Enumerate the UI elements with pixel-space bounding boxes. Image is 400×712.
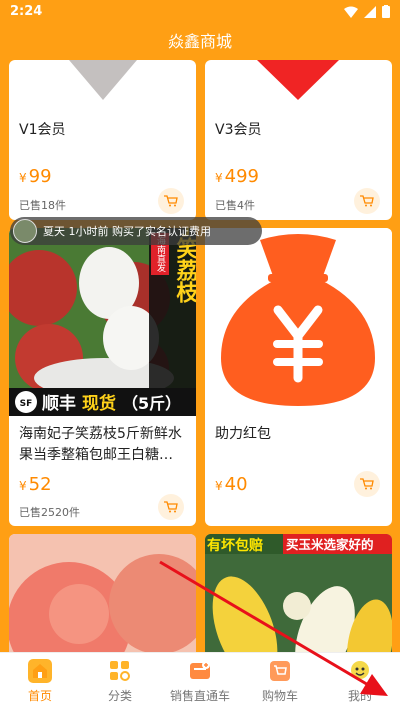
purchase-notification: 夏天 1小时前 购买了实名认证费用 — [10, 217, 262, 245]
product-title: 助力红包 — [215, 426, 271, 442]
add-to-cart-button[interactable] — [354, 188, 380, 214]
product-title: V1会员 — [19, 122, 66, 138]
product-price: ¥99 — [19, 166, 52, 187]
tab-label: 分类 — [107, 689, 132, 703]
product-image-corn: 有坏包赔 买玉米选家好的 — [205, 534, 392, 652]
status-icons — [344, 5, 390, 18]
bottom-tab-bar: 首页 分类 销售直通车 购物车 我的 — [0, 652, 400, 712]
category-icon — [108, 659, 132, 683]
signal-icon — [364, 5, 376, 18]
tab-label: 首页 — [27, 689, 52, 703]
product-price: ¥40 — [215, 474, 248, 495]
product-card-v3[interactable]: V3会员 ¥499 已售4件 — [205, 60, 392, 220]
product-image-peach — [9, 534, 196, 652]
product-price: ¥52 — [19, 474, 52, 495]
product-title: 海南妃子笑荔枝5斤新鲜水果当季整箱包邮王白糖… — [19, 426, 182, 463]
status-time: 2:24 — [10, 4, 43, 19]
app-bar: 焱鑫商城 — [0, 24, 400, 60]
add-to-cart-button[interactable] — [354, 471, 380, 497]
product-image-v3 — [257, 60, 339, 100]
home-icon — [28, 659, 52, 683]
cart-icon — [268, 659, 292, 683]
image-bottom-text-b: 现货 — [82, 393, 116, 414]
profile-icon — [348, 659, 372, 683]
tab-label: 购物车 — [261, 689, 298, 703]
tab-profile[interactable]: 我的 — [320, 653, 400, 712]
cart-icon — [360, 478, 374, 490]
product-price: ¥499 — [215, 166, 259, 187]
sales-icon — [188, 659, 212, 683]
product-card-red-envelope[interactable]: 助力红包 ¥40 — [205, 228, 392, 526]
product-grid[interactable]: V1会员 ¥99 已售18件 V3会员 ¥499 已售4件 海南直发 妃子笑荔枝… — [0, 60, 400, 652]
sf-logo-text: SF — [20, 399, 33, 409]
tab-label: 我的 — [347, 689, 372, 703]
tab-label: 销售直通车 — [169, 689, 230, 703]
image-bottom-text-a: 顺丰 — [42, 393, 76, 414]
image-right-text: 买玉米选家好的 — [286, 537, 374, 552]
battery-icon — [382, 5, 390, 18]
cart-icon — [164, 501, 178, 513]
image-bottom-text-c: （5斤） — [122, 394, 181, 413]
status-bar: 2:24 — [0, 0, 400, 24]
cart-icon — [164, 195, 178, 207]
product-sold-count: 已售2520件 — [19, 506, 80, 519]
image-left-text: 有坏包赔 — [207, 537, 263, 554]
money-bag-icon — [205, 228, 392, 416]
product-card-lychee[interactable]: 海南直发 妃子笑荔枝 SF 顺丰 现货 （5斤） 海南妃子笑荔枝5斤新鲜水果当季… — [9, 228, 196, 526]
add-to-cart-button[interactable] — [158, 188, 184, 214]
add-to-cart-button[interactable] — [158, 494, 184, 520]
tab-sales[interactable]: 销售直通车 — [160, 653, 240, 712]
tab-home[interactable]: 首页 — [0, 653, 80, 712]
product-sold-count: 已售4件 — [215, 199, 255, 212]
product-card-corn[interactable]: 有坏包赔 买玉米选家好的 — [205, 534, 392, 652]
product-title: V3会员 — [215, 122, 262, 138]
product-image-lychee: 海南直发 妃子笑荔枝 SF 顺丰 现货 （5斤） — [9, 228, 196, 416]
wifi-icon — [344, 6, 358, 18]
avatar — [13, 219, 37, 243]
tab-cart[interactable]: 购物车 — [240, 653, 320, 712]
product-image-v1 — [69, 60, 137, 100]
product-sold-count: 已售18件 — [19, 199, 66, 212]
product-card-v1[interactable]: V1会员 ¥99 已售18件 — [9, 60, 196, 220]
tab-category[interactable]: 分类 — [80, 653, 160, 712]
page-title: 焱鑫商城 — [167, 32, 232, 51]
cart-icon — [360, 195, 374, 207]
product-card-peach[interactable] — [9, 534, 196, 652]
notification-text: 夏天 1小时前 购买了实名认证费用 — [43, 225, 211, 238]
